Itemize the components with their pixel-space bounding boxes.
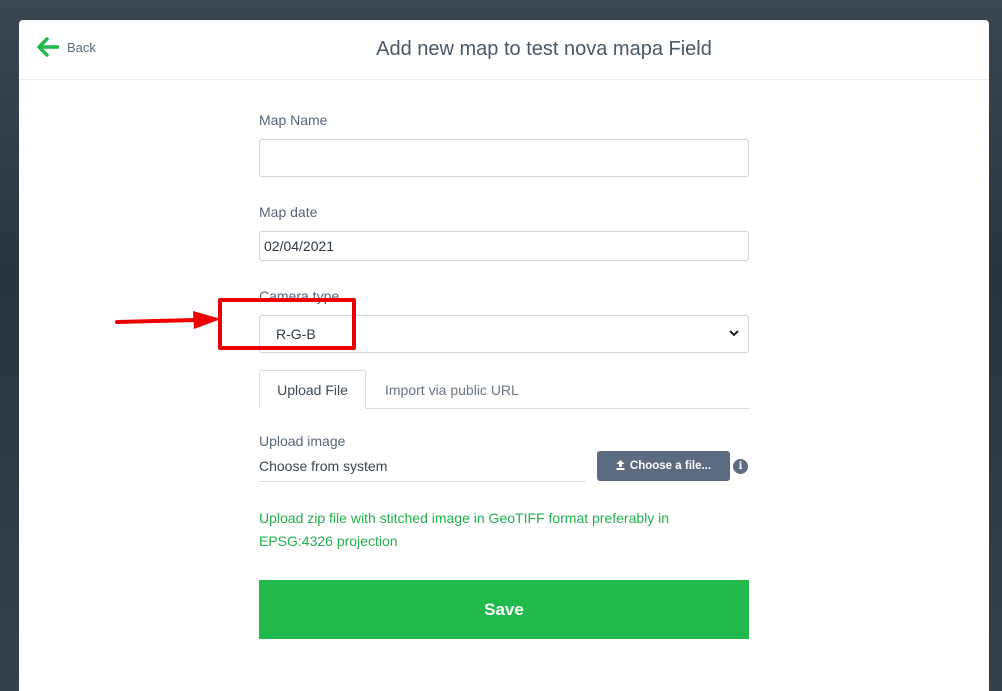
annotation-highlight-box bbox=[218, 298, 356, 350]
save-button[interactable]: Save bbox=[259, 580, 749, 639]
add-map-modal: Back Add new map to test nova mapa Field… bbox=[19, 20, 989, 691]
upload-image-label: Upload image bbox=[259, 433, 346, 449]
info-icon[interactable]: i bbox=[733, 459, 748, 474]
upload-icon bbox=[616, 459, 625, 473]
upload-method-tabs: Upload File Import via public URL bbox=[259, 370, 749, 409]
choose-file-label: Choose a file... bbox=[629, 460, 712, 472]
map-name-input[interactable] bbox=[259, 139, 749, 177]
page-title: Add new map to test nova mapa Field bbox=[376, 38, 712, 60]
chevron-down-icon bbox=[728, 326, 740, 342]
tab-upload-file[interactable]: Upload File bbox=[259, 370, 366, 409]
modal-header: Back Add new map to test nova mapa Field bbox=[19, 20, 989, 80]
choose-file-button[interactable]: Choose a file... bbox=[597, 451, 730, 481]
annotation-arrow bbox=[115, 311, 221, 329]
upload-hint: Upload zip file with stitched image in G… bbox=[259, 510, 670, 549]
map-date-value: 02/04/2021 bbox=[264, 238, 335, 254]
tab-import-url[interactable]: Import via public URL bbox=[385, 370, 519, 409]
map-date-label: Map date bbox=[259, 204, 318, 220]
choose-from-system-field[interactable]: Choose from system bbox=[259, 458, 586, 482]
map-name-label: Map Name bbox=[259, 112, 328, 128]
map-date-input[interactable]: 02/04/2021 bbox=[259, 231, 749, 261]
